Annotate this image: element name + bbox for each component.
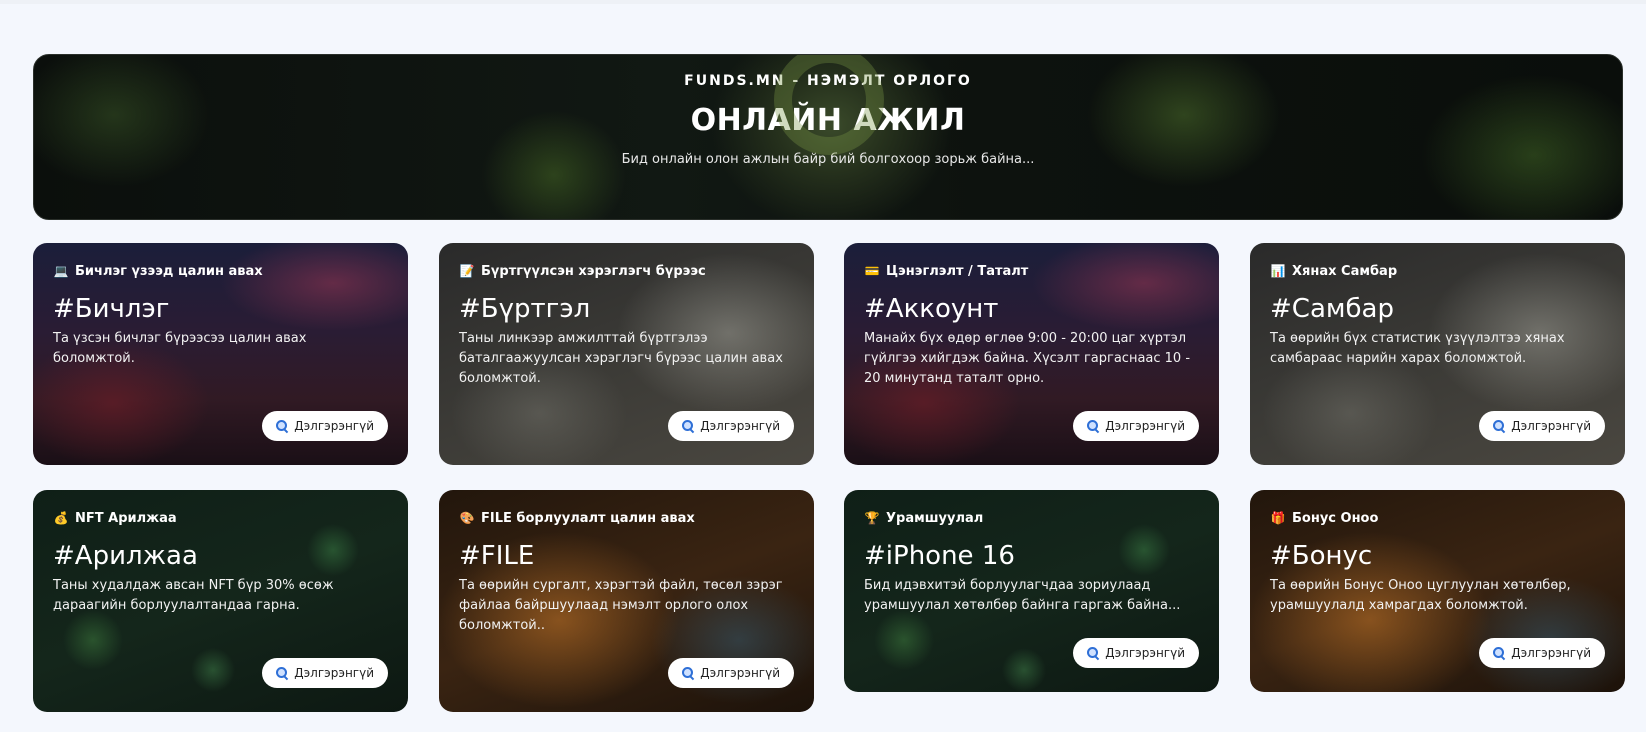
card-video: 💻 Бичлэг үзээд цалин авах #Бичлэг Та үзс…	[33, 243, 408, 465]
card-file: 🎨 FILE борлуулалт цалин авах #FILE Та өө…	[439, 490, 814, 712]
details-button[interactable]: Дэлгэрэнгүй	[1479, 411, 1605, 441]
details-button-label: Дэлгэрэнгүй	[1511, 419, 1591, 433]
details-button-label: Дэлгэрэнгүй	[700, 419, 780, 433]
card-title: #Арилжаа	[53, 541, 198, 571]
trophy-icon: 🏆	[864, 511, 880, 525]
card-title: #Бүртгэл	[459, 294, 591, 324]
details-button-label: Дэлгэрэнгүй	[1105, 419, 1185, 433]
hero-eye-art	[774, 55, 884, 155]
card-tag-label: Бүртгүүлсэн хэрэглэгч бүрээс	[481, 263, 706, 279]
card-bonus: 🎁 Бонус Оноо #Бонус Та өөрийн Бонус Оноо…	[1250, 490, 1625, 692]
card-tag-label: Урамшуулал	[886, 510, 984, 526]
details-button[interactable]: Дэлгэрэнгүй	[262, 411, 388, 441]
card-tag-label: FILE борлуулалт цалин авах	[481, 510, 695, 526]
card-title: #Аккоунт	[864, 294, 999, 324]
card-tag: 🎨 FILE борлуулалт цалин авах	[459, 510, 794, 526]
details-button-label: Дэлгэрэнгүй	[700, 666, 780, 680]
card-tag: 🎁 Бонус Оноо	[1270, 510, 1605, 526]
magnifier-icon	[682, 420, 694, 432]
details-button[interactable]: Дэлгэрэнгүй	[668, 411, 794, 441]
card-dashboard: 📊 Хянах Самбар #Самбар Та өөрийн бүх ста…	[1250, 243, 1625, 465]
magnifier-icon	[276, 420, 288, 432]
palette-icon: 🎨	[459, 511, 475, 525]
card-title: #iPhone 16	[864, 541, 1015, 571]
card-account: 💳 Цэнэглэлт / Таталт #Аккоунт Манайх бүх…	[844, 243, 1219, 465]
card-description: Таны худалдаж авсан NFT бүр 30% өсөж дар…	[53, 578, 334, 613]
magnifier-icon	[1493, 420, 1505, 432]
card-description: Таны линкээр амжилттай бүртгэлээ баталга…	[459, 331, 783, 386]
credit-card-icon: 💳	[864, 264, 880, 278]
card-title: #Бонус	[1270, 541, 1373, 571]
magnifier-icon	[682, 667, 694, 679]
card-nft: 💰 NFT Арилжаа #Арилжаа Таны худалдаж авс…	[33, 490, 408, 712]
details-button[interactable]: Дэлгэрэнгүй	[262, 658, 388, 688]
card-title: #Самбар	[1270, 294, 1394, 324]
card-description: Та өөрийн бүх статистик үзүүлэлтээ хянах…	[1270, 331, 1565, 366]
card-tag: 💻 Бичлэг үзээд цалин авах	[53, 263, 388, 279]
gift-icon: 🎁	[1270, 511, 1286, 525]
details-button[interactable]: Дэлгэрэнгүй	[1073, 411, 1199, 441]
details-button[interactable]: Дэлгэрэнгүй	[668, 658, 794, 688]
card-promo: 🏆 Урамшуулал #iPhone 16 Бид идэвхитэй бо…	[844, 490, 1219, 692]
magnifier-icon	[276, 667, 288, 679]
details-button-label: Дэлгэрэнгүй	[1105, 646, 1185, 660]
money-bag-icon: 💰	[53, 511, 69, 525]
card-title: #FILE	[459, 541, 535, 571]
card-tag: 📊 Хянах Самбар	[1270, 263, 1605, 279]
card-tag: 💳 Цэнэглэлт / Таталт	[864, 263, 1199, 279]
card-tag-label: Хянах Самбар	[1292, 263, 1398, 279]
card-description: Та үзсэн бичлэг бүрээсээ цалин авах боло…	[53, 331, 307, 366]
card-tag-label: Цэнэглэлт / Таталт	[886, 263, 1029, 279]
details-button[interactable]: Дэлгэрэнгүй	[1479, 638, 1605, 668]
card-title: #Бичлэг	[53, 294, 170, 324]
card-tag: 📝 Бүртгүүлсэн хэрэглэгч бүрээс	[459, 263, 794, 279]
magnifier-icon	[1087, 420, 1099, 432]
card-tag-label: NFT Арилжаа	[75, 510, 177, 526]
card-tag-label: Бичлэг үзээд цалин авах	[75, 263, 263, 279]
details-button[interactable]: Дэлгэрэнгүй	[1073, 638, 1199, 668]
details-button-label: Дэлгэрэнгүй	[294, 419, 374, 433]
card-description: Бид идэвхитэй борлуулагчдаа зориулаад ур…	[864, 578, 1181, 613]
laptop-icon: 💻	[53, 264, 69, 278]
magnifier-icon	[1493, 647, 1505, 659]
top-border	[0, 0, 1646, 4]
card-tag: 🏆 Урамшуулал	[864, 510, 1199, 526]
card-description: Та өөрийн сургалт, хэрэгтэй файл, төсөл …	[459, 578, 783, 633]
card-registration: 📝 Бүртгүүлсэн хэрэглэгч бүрээс #Бүртгэл …	[439, 243, 814, 465]
bar-chart-icon: 📊	[1270, 264, 1286, 278]
magnifier-icon	[1087, 647, 1099, 659]
card-description: Та өөрийн Бонус Оноо цуглуулан хөтөлбөр,…	[1270, 578, 1571, 613]
details-button-label: Дэлгэрэнгүй	[1511, 646, 1591, 660]
details-button-label: Дэлгэрэнгүй	[294, 666, 374, 680]
card-description: Манайх бүх өдөр өглөө 9:00 - 20:00 цаг х…	[864, 331, 1191, 386]
card-tag-label: Бонус Оноо	[1292, 510, 1379, 526]
hero-banner: FUNDS.MN - НЭМЭЛТ ОРЛОГО ОНЛАЙН АЖИЛ Бид…	[33, 54, 1623, 220]
memo-icon: 📝	[459, 264, 475, 278]
card-tag: 💰 NFT Арилжаа	[53, 510, 388, 526]
